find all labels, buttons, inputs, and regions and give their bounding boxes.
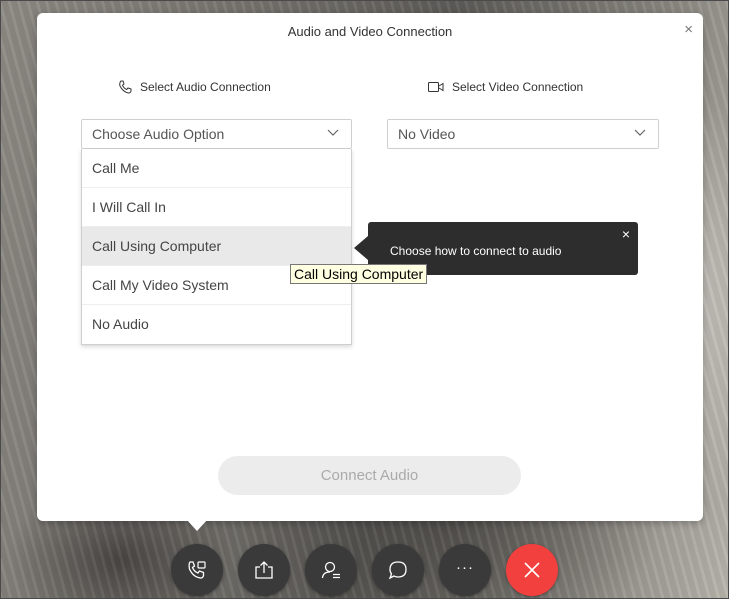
chevron-down-icon bbox=[634, 129, 646, 136]
audio-option-i-will-call-in[interactable]: I Will Call In bbox=[82, 188, 351, 227]
audio-section-text: Select Audio Connection bbox=[140, 80, 271, 94]
audio-section-label: Select Audio Connection bbox=[118, 80, 271, 94]
callout-close-button[interactable]: × bbox=[622, 227, 630, 241]
phone-icon bbox=[119, 80, 132, 94]
participants-icon bbox=[321, 561, 340, 579]
audio-options-list: Call Me I Will Call In Call Using Comput… bbox=[81, 149, 352, 345]
chat-button[interactable] bbox=[372, 544, 424, 596]
chat-icon bbox=[388, 561, 407, 580]
audio-select-value: Choose Audio Option bbox=[92, 126, 225, 142]
video-section-text: Select Video Connection bbox=[452, 80, 584, 94]
dialog-title: Audio and Video Connection bbox=[287, 24, 453, 39]
end-meeting-button[interactable] bbox=[506, 544, 558, 596]
video-camera-icon bbox=[428, 82, 444, 92]
dialog-pointer bbox=[186, 519, 208, 531]
video-option-select[interactable]: No Video bbox=[387, 119, 659, 149]
video-select-value: No Video bbox=[398, 126, 456, 142]
more-icon: ··· bbox=[456, 558, 474, 576]
audio-option-call-me[interactable]: Call Me bbox=[82, 149, 351, 188]
dialog-close-button[interactable]: × bbox=[684, 22, 693, 37]
meeting-toolbar: ··· bbox=[171, 544, 558, 596]
video-section-label: Select Video Connection bbox=[428, 80, 583, 94]
chevron-down-icon bbox=[327, 129, 339, 136]
audio-option-call-using-computer[interactable]: Call Using Computer bbox=[82, 227, 351, 266]
audio-connect-icon bbox=[188, 561, 206, 579]
audio-option-select[interactable]: Choose Audio Option bbox=[81, 119, 352, 149]
audio-option-no-audio[interactable]: No Audio bbox=[82, 305, 351, 344]
end-meeting-icon bbox=[524, 562, 540, 578]
more-button[interactable]: ··· bbox=[439, 544, 491, 596]
callout-text: Choose how to connect to audio bbox=[390, 244, 562, 258]
participants-button[interactable] bbox=[305, 544, 357, 596]
connect-audio-button[interactable]: Connect Audio bbox=[218, 456, 521, 495]
share-button[interactable] bbox=[238, 544, 290, 596]
option-tooltip: Call Using Computer bbox=[290, 264, 428, 284]
share-icon bbox=[255, 561, 273, 579]
audio-connect-button[interactable] bbox=[171, 544, 223, 596]
